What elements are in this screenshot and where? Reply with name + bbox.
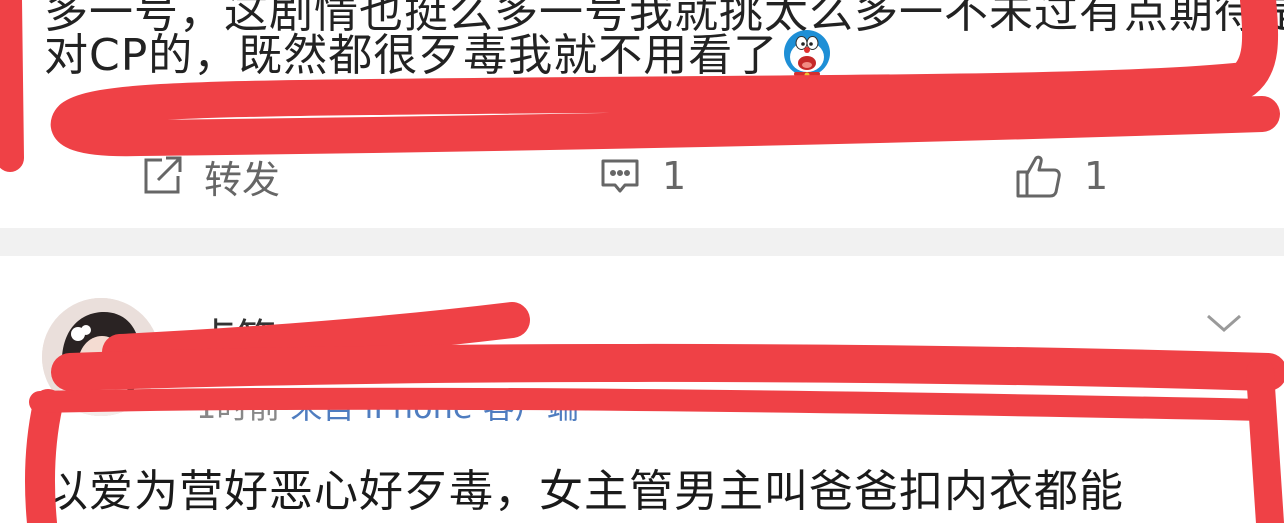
comment-text: 以爱为营好恶心好歹毒，女主管男主叫爸爸扣内衣都能 [44,466,1124,517]
repost-button[interactable]: 转发 [140,148,280,204]
comment-count: 1 [662,154,687,198]
comment-username[interactable]: 点箱 [196,306,276,364]
repost-label: 转发 [204,157,281,202]
avatar[interactable] [42,298,160,416]
section-divider [0,228,1284,256]
thumbs-up-icon [1014,152,1064,200]
post-text-content: 对CP的，既然都很歹毒我就不用看了 [44,30,779,81]
doraemon-face-icon [782,28,832,78]
comment-button[interactable]: 1 [598,148,686,204]
post-action-bar: 转发 1 1 [0,148,1284,208]
comment-card: 点箱 1时前 来自 iPhone 客户端 以爱为营好恶心好歹毒，女主管男主叫爸爸扣… [0,256,1284,523]
repost-icon [140,154,184,198]
post-text: 对CP的，既然都很歹毒我就不用看了 [44,28,832,82]
post-card: 多一号，这剧情也挺么多一号我就挑太么多一不未过有点期待是 对CP的，既然都很歹毒… [0,0,1284,228]
chevron-down-icon[interactable] [1204,312,1244,340]
comment-source: 来自 iPhone 客户端 [290,388,579,426]
like-count: 1 [1084,154,1109,198]
like-button[interactable]: 1 [1014,148,1108,204]
comment-meta: 1时前 来自 iPhone 客户端 [196,382,579,428]
comment-time: 1时前 [196,388,281,426]
comment-icon [598,154,642,198]
